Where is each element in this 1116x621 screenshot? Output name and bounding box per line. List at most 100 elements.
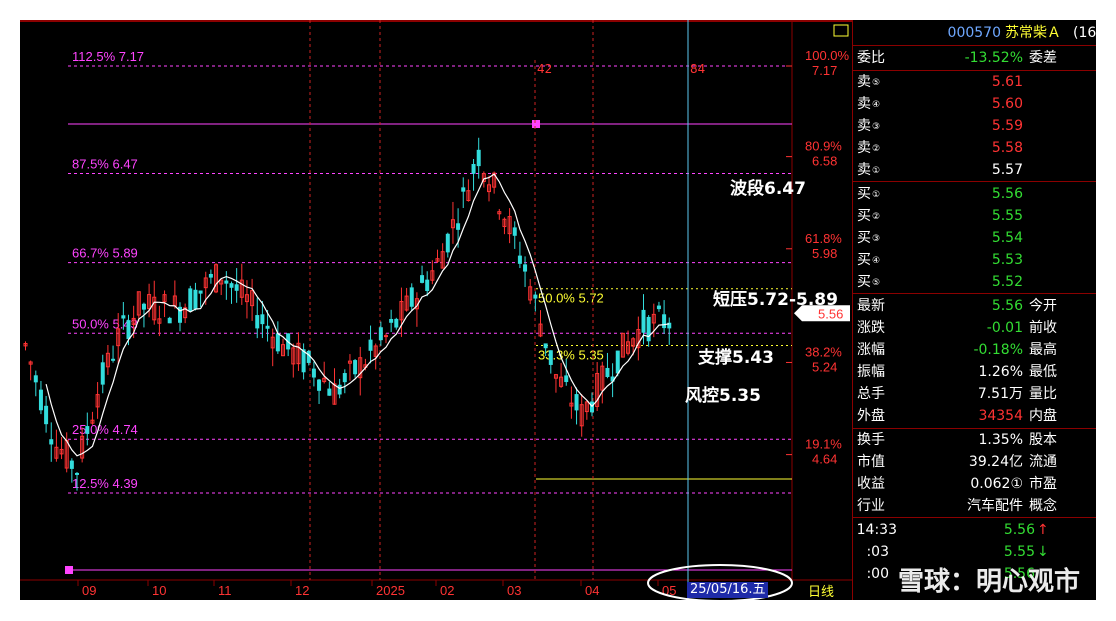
candle-body [425,279,430,291]
candle-body [198,290,203,294]
ask-row: 卖② 5.58 [853,137,1096,159]
candle-body [111,358,116,361]
quote-row-value: -0.18% [973,342,1023,358]
info-row-right-label: 概念 [1029,498,1057,514]
ask-row-label: 卖② [857,140,881,156]
candle-body [646,316,651,342]
bid-row-label: 买⑤ [857,274,881,290]
ask-row-label: 卖③ [857,118,881,134]
quote-row-label: 总手 [857,386,885,402]
bar-count-a: 42 [537,62,552,76]
candle-body [265,325,270,329]
date-axis-label: 04 [585,583,599,598]
quote-row-label: 最新 [857,298,885,314]
candle-body [337,384,342,395]
bid-row-value: 5.55 [991,208,1023,224]
kline-chart[interactable]: 112.5% 7.1787.5% 6.4766.7% 5.8950.0% 5.4… [20,20,852,600]
weibi-value: -13.52% [964,50,1023,66]
candle-body [141,303,146,310]
quote-row-value: 1.26% [978,364,1023,380]
candle-body [384,335,388,338]
price-axis-price: 7.17 [812,63,837,78]
info-row: 市值 39.24亿 流通 [853,451,1096,473]
candle-body [456,223,461,230]
bid-row-label: 买③ [857,230,881,246]
tick-price: 5.56 [1003,522,1035,538]
price-axis-price: 5.24 [812,359,837,374]
candle-body [224,280,229,284]
quote-panel: 000570 苏常柴Ａ (16 委比 -13.52% 委差 卖⑤ 5.61 卖④ 5.… [852,20,1096,600]
stock-header[interactable]: 000570 苏常柴Ａ (16 [853,22,1096,44]
tick-row: :03 5.55 ↓ [853,541,1096,563]
candle-body [188,288,193,312]
risk-annotation: 风控5.35 [685,386,761,406]
quote-row: 外盘 34354 内盘 [853,405,1096,427]
ask-row-value: 5.60 [991,96,1023,112]
candle-body [409,287,414,307]
candle-body [260,314,265,325]
bid-row-value: 5.52 [991,274,1023,290]
price-axis-pct: 100.0% [805,48,850,63]
candle-body [533,294,538,299]
info-row-label: 换手 [857,432,885,448]
date-axis-label: 2025 [376,583,405,598]
price-axis-pct: 19.1% [805,437,842,452]
quote-row-right-label: 最高 [1029,342,1057,358]
quote-row: 涨跌 -0.01 前收 [853,317,1096,339]
wave-annotation: 波段6.47 [730,179,806,199]
info-row-label: 收益 [857,476,885,492]
candle-body [517,255,522,264]
bid-row-label: 买② [857,208,881,224]
tick-row: 14:33 5.56 ↑ [853,519,1096,541]
candle-body [193,289,198,309]
candle-body [49,439,54,445]
candle-body [255,315,260,329]
weibi-label: 委比 [857,50,885,66]
ask-row-value: 5.61 [991,74,1023,90]
price-axis-pct: 80.9% [805,139,842,154]
candle-body [353,360,358,375]
quote-row-label: 振幅 [857,364,885,380]
candle-body [378,327,383,341]
date-axis-label: 10 [152,583,166,598]
weicha-label: 委差 [1029,50,1057,66]
candle-body [605,367,610,377]
quote-row-label: 涨跌 [857,320,885,336]
bid-row-label: 买④ [857,252,881,268]
candle-body [311,368,316,378]
candle-body [574,394,579,411]
support-annotation: 支撑5.43 [698,348,774,368]
quote-row-value: 34354 [978,408,1023,424]
ask-row: 卖④ 5.60 [853,93,1096,115]
up-arrow-icon: ↑ [1037,522,1049,538]
candle-body [85,426,90,434]
info-row: 收益 0.062① 市盈 [853,473,1096,495]
date-axis-label: 02 [440,583,454,598]
candle-body [229,283,234,288]
date-axis-label: 12 [295,583,309,598]
info-row-value: 39.24亿 [968,454,1023,470]
tick-time: 14:33 [856,522,897,538]
cursor-date-label: 25/05/16.五 [687,582,768,598]
candle-body [306,350,311,363]
ask-row-value: 5.58 [991,140,1023,156]
ask-row: 卖③ 5.59 [853,115,1096,137]
ask-row-label: 卖④ [857,96,881,112]
candle-body [368,339,373,351]
price-axis-price: 5.98 [812,246,837,261]
divider [853,45,1096,46]
candle-body [208,273,213,278]
candle-body [656,305,661,310]
date-axis-label: 11 [218,583,232,598]
bid-row: 买⑤ 5.52 [853,271,1096,293]
quote-row-label: 涨幅 [857,342,885,358]
stock-suffix: (16 [1073,25,1096,41]
divider [853,181,1096,182]
candle-body [69,460,74,469]
kline-chart-frame[interactable]: 112.5% 7.17 87.5% 6.47 66.7% 5.89 50.0% 5.4… [20,20,1096,600]
divider [853,517,1096,518]
bid-row: 买① 5.56 [853,183,1096,205]
info-row-value: 汽车配件 [967,498,1023,514]
price-axis-pct: 61.8% [805,231,842,246]
info-row-right-label: 市盈 [1029,476,1057,492]
